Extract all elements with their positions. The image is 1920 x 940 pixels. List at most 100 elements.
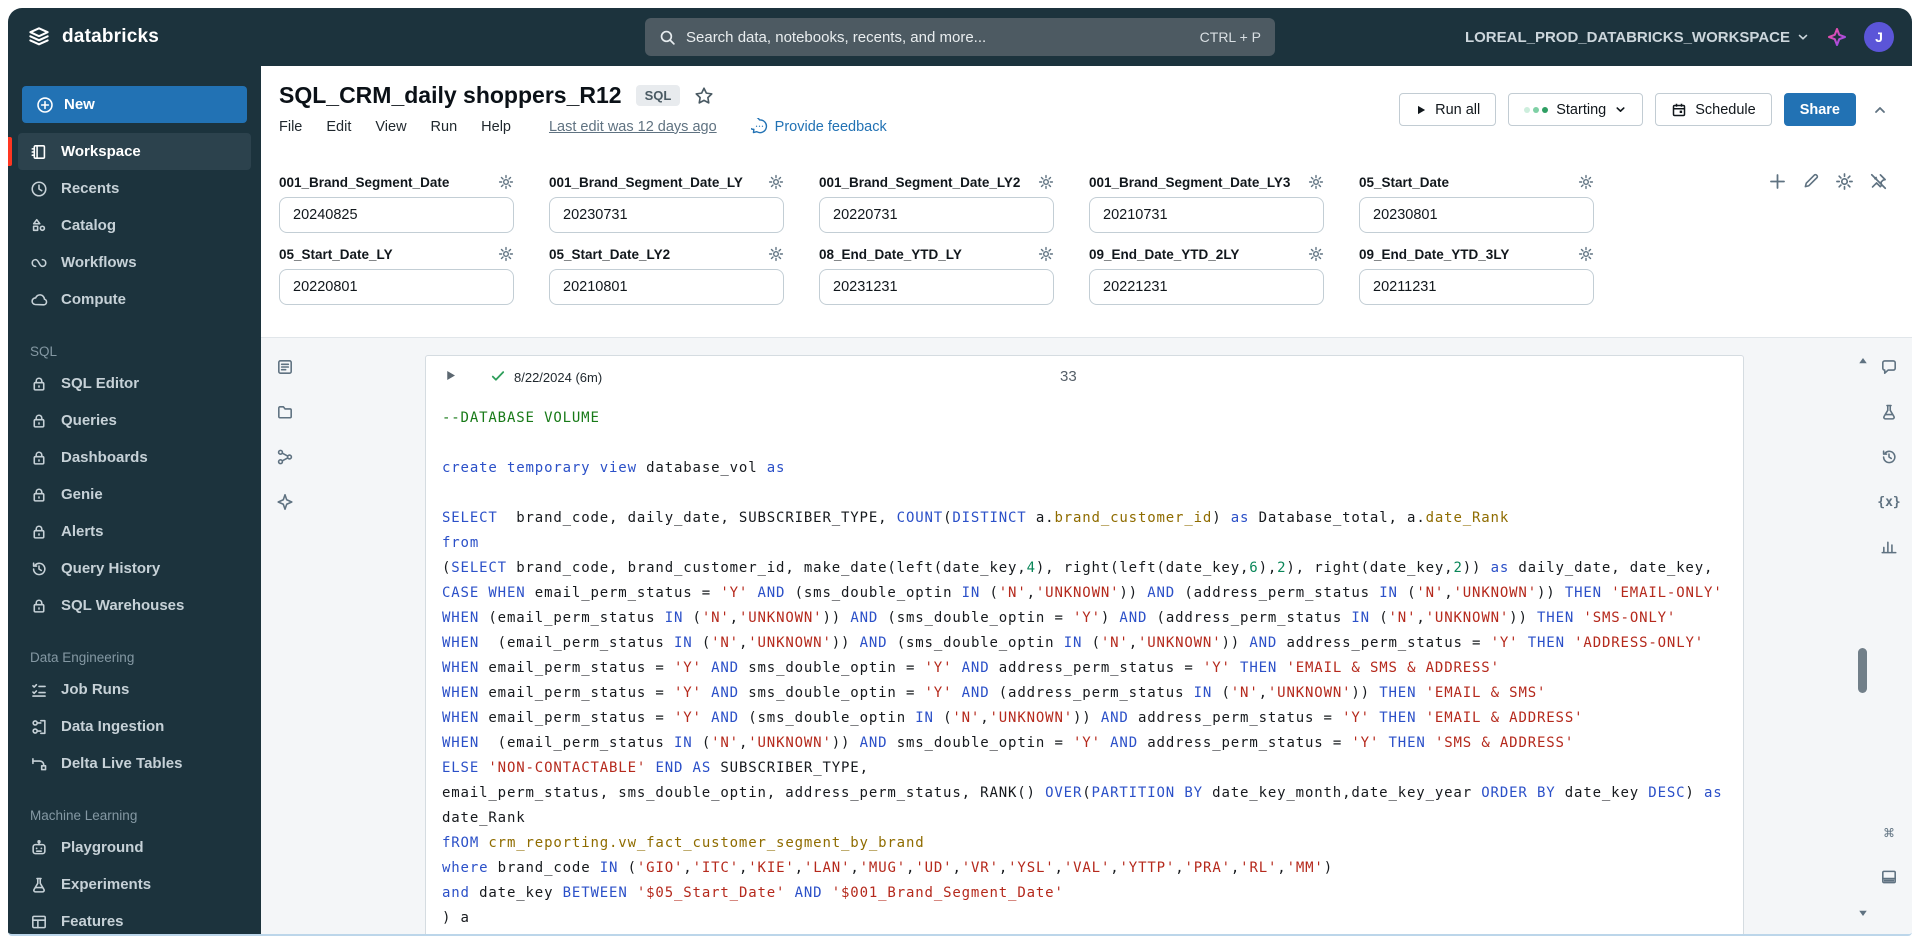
history-icon[interactable] (1877, 446, 1901, 468)
gear-icon[interactable] (1578, 246, 1594, 262)
sidebar-item-workspace[interactable]: Workspace (8, 133, 251, 170)
sidebar-item-label: Dashboards (61, 449, 148, 466)
widget-001_brand_segment_date_ly3: 001_Brand_Segment_Date_LY3 20210731 (1089, 174, 1324, 233)
schedule-button[interactable]: Schedule (1655, 93, 1772, 126)
panel-icon[interactable] (1877, 866, 1901, 888)
widget-001_brand_segment_date_ly2: 001_Brand_Segment_Date_LY2 20220731 (819, 174, 1054, 233)
sidebar-item-features[interactable]: Features (18, 903, 251, 934)
chart-icon[interactable] (1877, 536, 1901, 558)
language-badge[interactable]: SQL (635, 85, 681, 106)
scroll-up-arrow-icon[interactable] (1857, 354, 1869, 372)
gear-icon[interactable] (768, 246, 784, 262)
sidebar-item-catalog[interactable]: Catalog (18, 207, 251, 244)
menu-run[interactable]: Run (431, 119, 458, 135)
widget-settings-gear-icon[interactable] (1835, 172, 1854, 191)
cell-header: 8/22/2024 (6m) 33 (426, 356, 1743, 396)
notebook-scrollbar[interactable] (1855, 338, 1871, 934)
menu-help[interactable]: Help (481, 119, 511, 135)
sql-code-editor[interactable]: --DATABASE VOLUME create temporary view d… (426, 406, 1743, 934)
gear-icon[interactable] (1308, 174, 1324, 190)
sidebar-item-query-history[interactable]: Query History (18, 550, 251, 587)
favorite-star-icon[interactable] (694, 86, 714, 106)
scrollbar-thumb[interactable] (1858, 648, 1867, 693)
widget-value-input[interactable]: 20210731 (1089, 197, 1324, 233)
gear-icon[interactable] (498, 246, 514, 262)
assistant-sparkle-icon[interactable] (1826, 26, 1848, 48)
widget-value-input[interactable]: 20210801 (549, 269, 784, 305)
scroll-down-arrow-icon[interactable] (1857, 906, 1869, 924)
collapse-header-chevron-up-icon[interactable] (1868, 98, 1892, 122)
widget-value-input[interactable]: 20240825 (279, 197, 514, 233)
menu-view[interactable]: View (375, 119, 406, 135)
gear-icon[interactable] (1038, 174, 1054, 190)
sidebar-item-recents[interactable]: Recents (18, 170, 251, 207)
gear-icon[interactable] (768, 174, 784, 190)
widget-value-input[interactable]: 20220801 (279, 269, 514, 305)
search-shortcut: CTRL + P (1199, 29, 1261, 45)
sidebar-item-delta-live-tables[interactable]: Delta Live Tables (18, 745, 251, 782)
notebook-title[interactable]: SQL_CRM_daily shoppers_R12 (279, 82, 622, 109)
sidebar-item-genie[interactable]: Genie (18, 476, 251, 513)
widget-value-input[interactable]: 20231231 (819, 269, 1054, 305)
sidebar-item-data-ingestion[interactable]: Data Ingestion (18, 708, 251, 745)
sparkle-icon[interactable] (273, 491, 297, 513)
checklist-icon (30, 681, 48, 699)
sidebar-item-label: Alerts (61, 523, 104, 540)
app-window: databricks Search data, notebooks, recen… (8, 8, 1912, 936)
workspace-selector[interactable]: LOREAL_PROD_DATABRICKS_WORKSPACE (1465, 29, 1810, 46)
provide-feedback-link[interactable]: Provide feedback (750, 118, 887, 135)
sidebar-item-compute[interactable]: Compute (18, 281, 251, 318)
sidebar-item-dashboards[interactable]: Dashboards (18, 439, 251, 476)
braces-icon[interactable]: {x} (1877, 491, 1901, 513)
left-icon-rail (273, 356, 297, 513)
gear-icon[interactable] (1578, 174, 1594, 190)
code-line: ) a (442, 910, 470, 926)
gear-icon[interactable] (1038, 246, 1054, 262)
gear-icon[interactable] (498, 174, 514, 190)
share-button[interactable]: Share (1783, 93, 1856, 126)
search-icon (659, 29, 676, 46)
sidebar-item-label: Genie (61, 486, 103, 503)
run-all-button[interactable]: Run all (1399, 93, 1497, 126)
menu-file[interactable]: File (279, 119, 302, 135)
edit-widgets-pencil-icon[interactable] (1802, 172, 1820, 191)
add-widget-plus-icon[interactable] (1768, 172, 1787, 191)
folder-icon[interactable] (273, 401, 297, 423)
sidebar-item-playground[interactable]: Playground (18, 829, 251, 866)
sidebar-section-sql: SQL (30, 344, 58, 359)
widget-value-input[interactable]: 20230731 (549, 197, 784, 233)
widget-value-input[interactable]: 20220731 (819, 197, 1054, 233)
widget-value-input[interactable]: 20211231 (1359, 269, 1594, 305)
new-button[interactable]: New (22, 86, 247, 123)
sidebar-item-sql-warehouses[interactable]: SQL Warehouses (18, 587, 251, 624)
sidebar-item-experiments[interactable]: Experiments (18, 866, 251, 903)
toc-icon[interactable] (273, 356, 297, 378)
run-cell-play-icon[interactable] (444, 369, 457, 382)
code-line: ELSE 'NON-CONTACTABLE' END AS SUBSCRIBER… (442, 760, 869, 776)
widget-value-input[interactable]: 20221231 (1089, 269, 1324, 305)
flask-icon[interactable] (1877, 401, 1901, 423)
unpin-widgets-pin-slash-icon[interactable] (1869, 172, 1888, 191)
command-icon[interactable]: ⌘ (1877, 823, 1901, 845)
sidebar-item-queries[interactable]: Queries (18, 402, 251, 439)
sidebar-item-sql-editor[interactable]: SQL Editor (18, 365, 251, 402)
lineage-icon[interactable] (273, 446, 297, 468)
search-input[interactable]: Search data, notebooks, recents, and mor… (645, 18, 1275, 56)
databricks-brand[interactable]: databricks (26, 24, 159, 50)
cell-last-run-timestamp[interactable]: 8/22/2024 (6m) (514, 370, 602, 385)
sidebar-item-label: Workflows (61, 254, 137, 271)
sidebar-item-workflows[interactable]: Workflows (18, 244, 251, 281)
sidebar-item-alerts[interactable]: Alerts (18, 513, 251, 550)
last-edit-link[interactable]: Last edit was 12 days ago (549, 119, 717, 135)
widget-value-input[interactable]: 20230801 (1359, 197, 1594, 233)
cluster-status-button[interactable]: Starting (1508, 93, 1644, 126)
pipeline-icon (30, 755, 48, 773)
avatar[interactable]: J (1864, 22, 1894, 52)
code-line: email_perm_status, sms_double_optin, add… (442, 785, 1723, 801)
gear-icon[interactable] (1308, 246, 1324, 262)
comment-icon[interactable] (1877, 356, 1901, 378)
menu-edit[interactable]: Edit (326, 119, 351, 135)
share-label: Share (1799, 101, 1840, 118)
code-line: (SELECT brand_code, brand_customer_id, m… (442, 560, 1714, 576)
sidebar-item-job-runs[interactable]: Job Runs (18, 671, 251, 708)
